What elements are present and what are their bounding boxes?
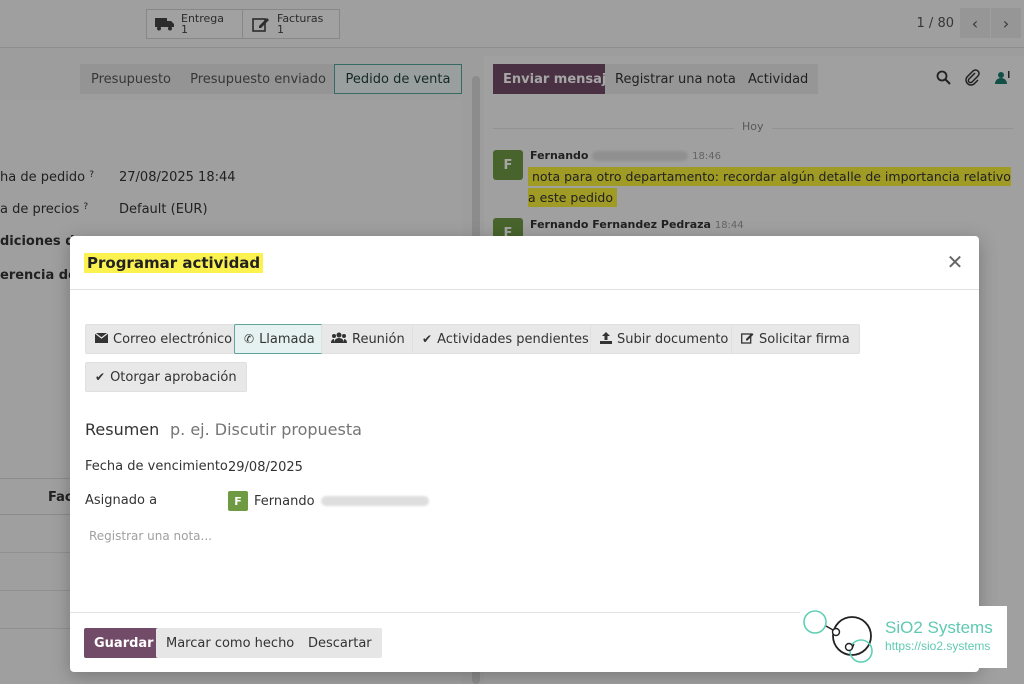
activity-type-label: Solicitar firma <box>759 331 850 347</box>
dialog-header: Programar actividad ✕ <box>70 236 979 290</box>
discard-button[interactable]: Descartar <box>298 628 382 658</box>
brand-name: SiO2 Systems <box>885 618 993 637</box>
activity-type-upload[interactable]: Subir documento <box>590 324 739 354</box>
activity-type-label: Otorgar aprobación <box>110 369 237 385</box>
signature-icon <box>741 332 754 347</box>
sio2-watermark: SiO2 Systems https://sio2.systems <box>800 606 1007 668</box>
activity-type-signature[interactable]: Solicitar firma <box>731 324 860 354</box>
check-icon: ✔ <box>95 370 106 384</box>
save-button[interactable]: Guardar <box>84 628 164 658</box>
activity-type-todo[interactable]: ✔ Actividades pendientes <box>412 324 599 354</box>
activity-type-label: Actividades pendientes <box>437 331 589 347</box>
summary-input[interactable] <box>170 420 570 439</box>
assigned-to-label: Asignado a <box>85 493 158 508</box>
sio2-logo-icon <box>803 610 873 663</box>
assigned-to-field[interactable]: F Fernando <box>228 491 429 511</box>
close-icon: ✕ <box>946 250 964 274</box>
avatar: F <box>228 491 248 511</box>
activity-type-call[interactable]: ✆ Llamada <box>234 324 325 354</box>
upload-icon <box>600 331 612 347</box>
activity-type-label: Llamada <box>259 331 315 347</box>
phone-icon: ✆ <box>244 332 255 346</box>
activity-type-email[interactable]: Correo electrónico <box>85 324 243 354</box>
due-date-field[interactable]: 29/08/2025 <box>228 460 303 475</box>
users-icon <box>331 332 347 346</box>
activity-type-label: Reunión <box>352 331 405 347</box>
envelope-icon <box>94 332 109 346</box>
note-field[interactable]: Registrar una nota... <box>89 529 212 543</box>
activity-type-meeting[interactable]: Reunión <box>321 324 415 354</box>
activity-type-label: Correo electrónico <box>113 331 233 347</box>
assigned-user-name: Fernando <box>254 493 315 509</box>
check-icon: ✔ <box>422 332 433 346</box>
brand-url: https://sio2.systems <box>885 639 991 653</box>
due-date-label: Fecha de vencimiento <box>85 459 228 474</box>
activity-type-label: Subir documento <box>617 331 729 347</box>
summary-label: Resumen <box>85 420 160 439</box>
close-button[interactable]: ✕ <box>945 252 965 272</box>
activity-type-approval[interactable]: ✔ Otorgar aprobación <box>85 362 247 392</box>
dialog-title: Programar actividad <box>84 253 264 273</box>
mark-done-button[interactable]: Marcar como hecho <box>156 628 305 658</box>
